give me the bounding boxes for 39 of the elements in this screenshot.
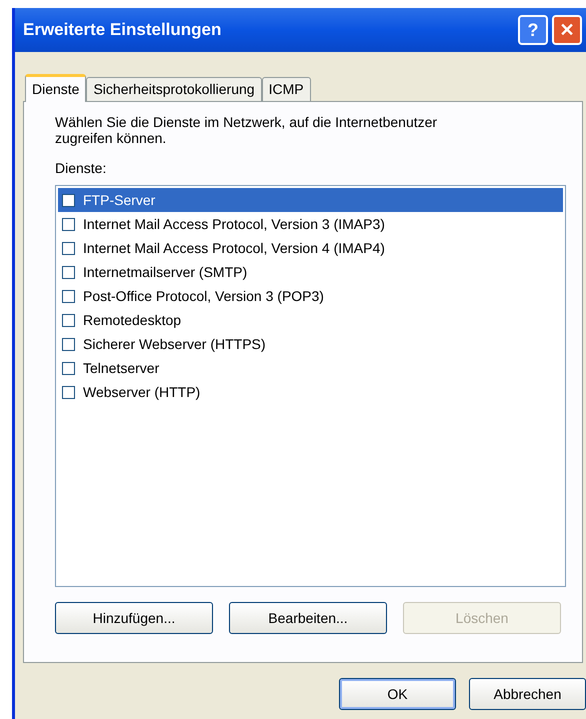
service-item[interactable]: Internet Mail Access Protocol, Version 3 (IMAP3)	[58, 212, 563, 236]
service-name: Internetmailserver (SMTP)	[83, 262, 248, 282]
service-item[interactable]: FTP-Server	[58, 188, 563, 212]
service-item[interactable]: Internetmailserver (SMTP)	[58, 260, 563, 284]
window-title: Erweiterte Einstellungen	[23, 19, 222, 42]
action-button[interactable]: Hinzufügen...	[55, 602, 213, 634]
service-name: Post-Office Protocol, Version 3 (POP3)	[83, 286, 324, 306]
service-item[interactable]: Sicherer Webserver (HTTPS)	[58, 332, 563, 356]
description-text: Wählen Sie die Dienste im Netzwerk, auf die Internetbenutzer zugreifen können.	[55, 114, 438, 146]
service-name: Sicherer Webserver (HTTPS)	[83, 334, 266, 354]
service-name: Webserver (HTTP)	[83, 382, 200, 402]
dialog-button[interactable]: OK	[339, 678, 456, 710]
service-item[interactable]: Internet Mail Access Protocol, Version 4 (IMAP4)	[58, 236, 563, 260]
close-button[interactable]: ✕	[552, 15, 582, 45]
checkbox[interactable]	[62, 194, 75, 206]
checkbox[interactable]	[62, 218, 75, 230]
services-label: Dienste:	[55, 159, 108, 178]
help-button[interactable]: ?	[518, 15, 548, 45]
service-name: Remotedesktop	[83, 310, 182, 330]
service-item[interactable]: Webserver (HTTP)	[58, 380, 563, 404]
dialog-button[interactable]: Abbrechen	[469, 678, 586, 710]
checkbox[interactable]	[62, 290, 75, 302]
checkbox[interactable]	[62, 338, 75, 350]
service-name: Internet Mail Access Protocol, Version 3 (IMAP3)	[83, 214, 385, 234]
tab[interactable]: ICMP	[262, 77, 311, 101]
service-item[interactable]: Remotedesktop	[58, 308, 563, 332]
service-name: FTP-Server	[83, 190, 156, 210]
service-item[interactable]: Post-Office Protocol, Version 3 (POP3)	[58, 284, 563, 308]
service-name: Internet Mail Access Protocol, Version 4 (IMAP4)	[83, 238, 385, 258]
tab[interactable]: Dienste	[25, 74, 86, 102]
checkbox[interactable]	[62, 314, 75, 326]
checkbox[interactable]	[62, 266, 75, 278]
checkbox[interactable]	[62, 362, 75, 374]
checkbox[interactable]	[62, 242, 75, 254]
action-button[interactable]: Bearbeiten...	[229, 602, 387, 634]
checkbox[interactable]	[62, 386, 75, 398]
tab[interactable]: Sicherheitsprotokollierung	[86, 77, 262, 101]
service-item[interactable]: Telnetserver	[58, 356, 563, 380]
service-name: Telnetserver	[83, 358, 160, 378]
